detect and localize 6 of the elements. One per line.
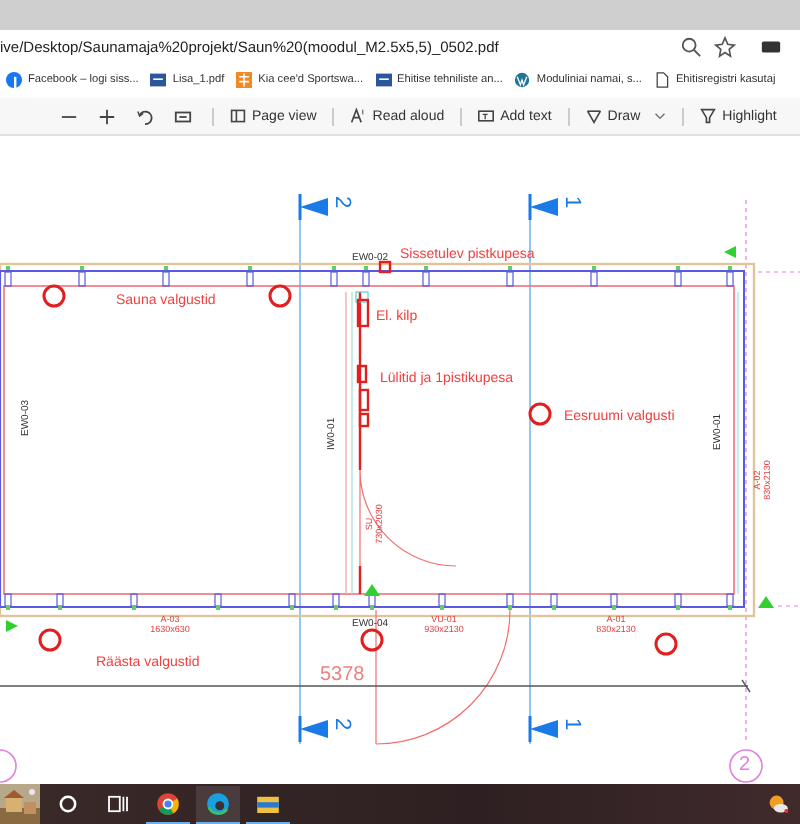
grid-marker-number: 2 xyxy=(739,756,751,776)
dimension-value: 5378 xyxy=(320,664,365,686)
section-number: 2 xyxy=(330,196,354,209)
section-number: 2 xyxy=(330,718,354,731)
section-number: 1 xyxy=(560,718,584,731)
section-number: 1 xyxy=(560,196,584,209)
